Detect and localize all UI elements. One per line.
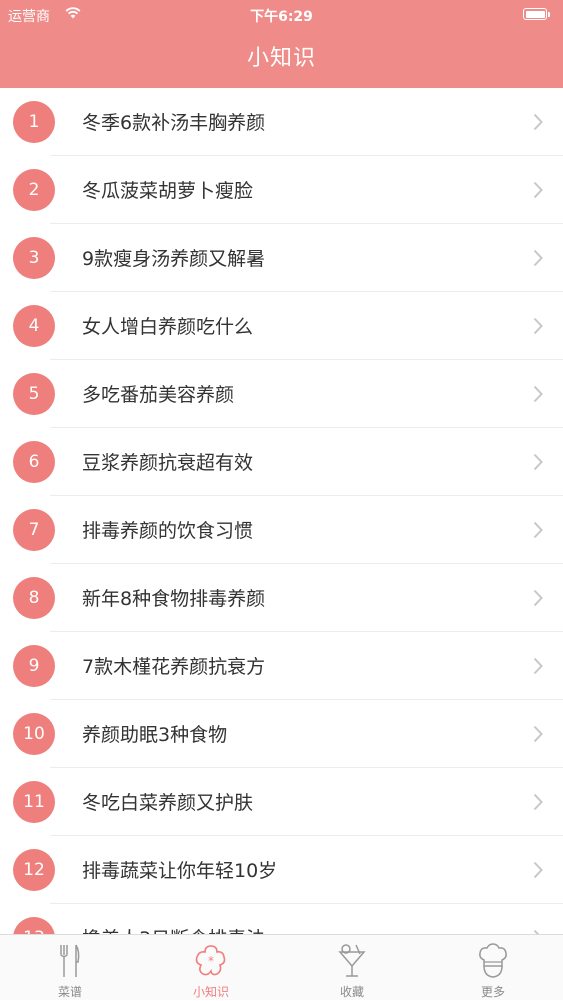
item-title: 豆浆养颜抗衰超有效 — [82, 452, 254, 474]
tab-tips[interactable]: * 小知识 — [141, 935, 281, 1001]
page-title: 小知识 — [246, 46, 316, 71]
item-title: 冬季6款补汤丰胸养颜 — [82, 112, 266, 134]
chevron-right-icon — [533, 249, 543, 267]
list-item[interactable]: 8 新年8种食物排毒养颜 — [13, 564, 563, 632]
item-number-badge: 11 — [13, 781, 55, 823]
svg-text:*: * — [208, 954, 214, 968]
tab-label: 更多 — [480, 985, 505, 999]
item-number-badge: 5 — [13, 373, 55, 415]
item-number-badge: 1 — [13, 101, 55, 143]
chevron-right-icon — [533, 385, 543, 403]
header: 运营商 下午6:29 小知识 — [0, 0, 563, 88]
flower-icon: * — [195, 945, 226, 976]
list-item[interactable]: 13 搀美人3日断食排毒法 — [13, 904, 563, 934]
list-item[interactable]: 12 排毒蔬菜让你年轻10岁 — [13, 836, 563, 904]
item-title: 排毒蔬菜让你年轻10岁 — [82, 860, 278, 882]
tab-label: 收藏 — [339, 985, 364, 999]
item-number-badge: 6 — [13, 441, 55, 483]
chevron-right-icon — [533, 793, 543, 811]
item-number-badge: 3 — [13, 237, 55, 279]
item-number-badge: 7 — [13, 509, 55, 551]
item-number-badge: 13 — [13, 917, 55, 934]
tab-more[interactable]: 更多 — [423, 935, 563, 1001]
chevron-right-icon — [533, 453, 543, 471]
chevron-right-icon — [533, 521, 543, 539]
chevron-right-icon — [533, 181, 543, 199]
tab-bar: 菜谱 * 小知识 收藏 更多 — [0, 934, 563, 1000]
item-title: 多吃番茄美容养颜 — [82, 384, 235, 406]
tab-favorites[interactable]: 收藏 — [282, 935, 422, 1001]
chevron-right-icon — [533, 861, 543, 879]
list-item[interactable]: 7 排毒养颜的饮食习惯 — [13, 496, 563, 564]
chevron-right-icon — [533, 657, 543, 675]
tab-recipes[interactable]: 菜谱 — [0, 935, 140, 1001]
list-item[interactable]: 6 豆浆养颜抗衰超有效 — [13, 428, 563, 496]
item-number-badge: 9 — [13, 645, 55, 687]
battery-icon — [523, 8, 553, 22]
fork-knife-icon — [60, 944, 80, 977]
list-item[interactable]: 2 冬瓜菠菜胡萝卜瘦脸 — [13, 156, 563, 224]
item-title: 排毒养颜的饮食习惯 — [82, 520, 254, 542]
item-title: 新年8种食物排毒养颜 — [82, 588, 266, 610]
chevron-right-icon — [533, 589, 543, 607]
list-item[interactable]: 10 养颜助眠3种食物 — [13, 700, 563, 768]
cocktail-icon — [338, 944, 366, 977]
chevron-right-icon — [533, 317, 543, 335]
chef-hat-icon — [479, 943, 507, 978]
list-item[interactable]: 1 冬季6款补汤丰胸养颜 — [13, 88, 563, 156]
list-item[interactable]: 4 女人增白养颜吃什么 — [13, 292, 563, 360]
list-item[interactable]: 9 7款木槿花养颜抗衰方 — [13, 632, 563, 700]
item-number-badge: 8 — [13, 577, 55, 619]
status-bar: 运营商 下午6:29 — [0, 0, 563, 30]
item-title: 搀美人3日断食排毒法 — [82, 924, 265, 934]
item-number-badge: 4 — [13, 305, 55, 347]
item-title: 冬吃白菜养颜又护肤 — [82, 792, 254, 814]
list-item[interactable]: 5 多吃番茄美容养颜 — [13, 360, 563, 428]
item-title: 养颜助眠3种食物 — [82, 724, 228, 746]
status-time: 下午6:29 — [250, 9, 313, 25]
item-number-badge: 10 — [13, 713, 55, 755]
list-item[interactable]: 11 冬吃白菜养颜又护肤 — [13, 768, 563, 836]
chevron-right-icon — [533, 725, 543, 743]
article-list[interactable]: 1 冬季6款补汤丰胸养颜 2 冬瓜菠菜胡萝卜瘦脸 3 9款瘦身汤养颜又解暑 4 女人增白养颜吃… — [0, 88, 563, 934]
item-number-badge: 2 — [13, 169, 55, 211]
tab-label: 小知识 — [192, 985, 229, 999]
item-title: 女人增白养颜吃什么 — [82, 316, 254, 338]
item-title: 冬瓜菠菜胡萝卜瘦脸 — [82, 180, 254, 202]
chevron-right-icon — [533, 113, 543, 131]
tab-label: 菜谱 — [57, 985, 82, 999]
list-item[interactable]: 3 9款瘦身汤养颜又解暑 — [13, 224, 563, 292]
item-title: 9款瘦身汤养颜又解暑 — [82, 248, 266, 270]
item-title: 7款木槿花养颜抗衰方 — [82, 656, 266, 678]
item-number-badge: 12 — [13, 849, 55, 891]
